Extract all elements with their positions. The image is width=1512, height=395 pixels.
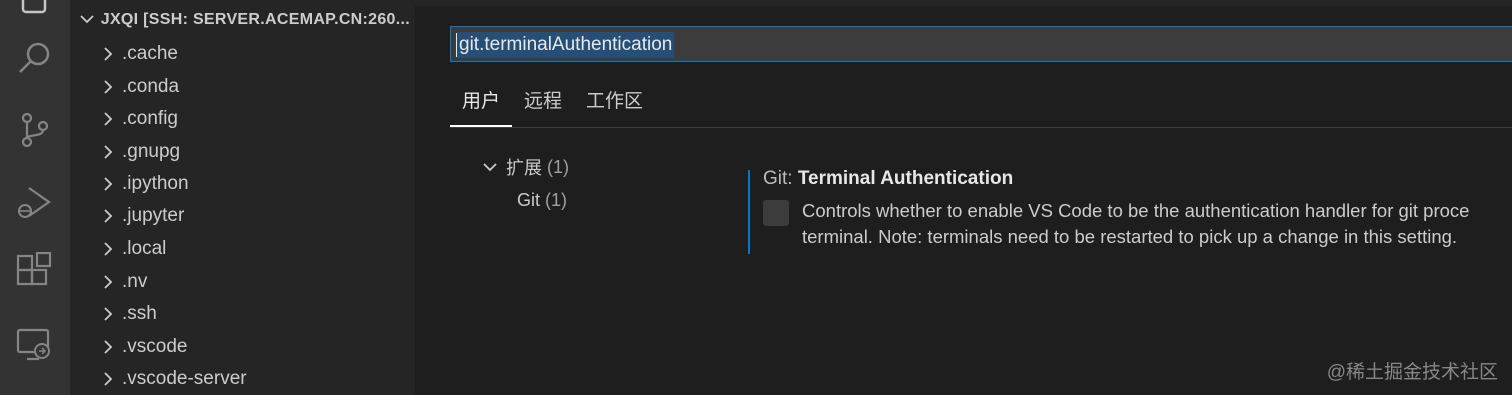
- text-caret: [456, 33, 457, 57]
- tab-workspace[interactable]: 工作区: [586, 84, 643, 126]
- chevron-right-icon: [96, 307, 120, 321]
- remote-explorer-icon[interactable]: [15, 325, 55, 365]
- tree-item-label: .nv: [122, 271, 148, 292]
- description-line-1: Controls whether to enable VS Code to be…: [802, 200, 1470, 221]
- toc-extensions-group[interactable]: 扩展 (1): [479, 154, 569, 180]
- extensions-icon[interactable]: [15, 251, 55, 292]
- workspace-title: JXQI [SSH: SERVER.ACEMAP.CN:260...: [100, 11, 410, 28]
- chevron-right-icon: [96, 340, 120, 354]
- chevron-right-icon: [96, 209, 120, 223]
- chevron-down-icon: [78, 11, 96, 29]
- tree-item-ipython[interactable]: .ipython: [96, 169, 415, 199]
- search-query-text: git.terminalAuthentication: [457, 32, 675, 58]
- toc-item-git[interactable]: Git (1): [517, 187, 567, 213]
- tree-item-label: .gnupg: [122, 141, 181, 162]
- editor-tab-strip: [415, 0, 1512, 6]
- tree-item-label: .ssh: [122, 303, 157, 324]
- chevron-right-icon: [96, 372, 120, 386]
- tree-item-gnupg[interactable]: .gnupg: [96, 137, 415, 167]
- chevron-right-icon: [96, 47, 120, 61]
- chevron-right-icon: [96, 242, 120, 256]
- tabs-divider: [450, 127, 1512, 128]
- chevron-right-icon: [96, 145, 120, 159]
- toc-group-label: 扩展: [506, 158, 542, 178]
- activity-bar: [0, 0, 70, 395]
- chevron-right-icon: [96, 80, 120, 94]
- tree-item-label: .vscode-server: [122, 368, 247, 389]
- focused-setting-indicator: [748, 170, 750, 254]
- tree-item-label: .ipython: [122, 173, 189, 194]
- run-debug-icon[interactable]: [15, 182, 55, 222]
- search-icon[interactable]: [15, 38, 55, 78]
- tree-item-label: .vscode: [122, 336, 188, 357]
- description-line-2: terminal. Note: terminals need to be res…: [802, 226, 1458, 247]
- setting-description: Controls whether to enable VS Code to be…: [802, 198, 1512, 250]
- workspace-header[interactable]: JXQI [SSH: SERVER.ACEMAP.CN:260...: [78, 11, 415, 33]
- tree-item-jupyter[interactable]: .jupyter: [96, 201, 415, 231]
- tree-item-label: .local: [122, 238, 167, 259]
- setting-title: Git: Terminal Authentication: [763, 168, 1013, 190]
- watermark: @稀土掘金技术社区: [1326, 362, 1498, 383]
- tree-item-config[interactable]: .config: [96, 104, 415, 134]
- explorer-icon[interactable]: [15, 0, 55, 18]
- settings-editor: git.terminalAuthentication 用户 远程 工作区 扩展 …: [415, 0, 1512, 395]
- tree-item-ssh[interactable]: .ssh: [96, 299, 415, 329]
- tree-item-nv[interactable]: .nv: [96, 267, 415, 297]
- tree-item-conda[interactable]: .conda: [96, 72, 415, 102]
- tree-item-vscode[interactable]: .vscode: [96, 332, 415, 362]
- tree-item-label: .jupyter: [122, 205, 185, 226]
- tree-item-vscode-server[interactable]: .vscode-server: [96, 364, 415, 394]
- tree-item-label: .config: [122, 108, 178, 129]
- toc-item-count: (1): [545, 190, 568, 210]
- tree-item-local[interactable]: .local: [96, 234, 415, 264]
- source-control-icon[interactable]: [15, 110, 55, 150]
- chevron-right-icon: [96, 275, 120, 289]
- terminal-authentication-checkbox[interactable]: [763, 200, 789, 226]
- settings-search-input[interactable]: git.terminalAuthentication: [450, 26, 1512, 62]
- toc-item-label: Git: [517, 190, 541, 210]
- explorer-sidebar: JXQI [SSH: SERVER.ACEMAP.CN:260... .cach…: [70, 0, 415, 395]
- chevron-right-icon: [96, 112, 120, 126]
- chevron-down-icon: [479, 162, 501, 172]
- tree-item-label: .cache: [122, 43, 178, 64]
- tree-item-cache[interactable]: .cache: [96, 39, 415, 69]
- tree-item-label: .conda: [122, 76, 180, 97]
- setting-category: Git:: [763, 168, 798, 189]
- tab-user[interactable]: 用户: [462, 84, 500, 126]
- chevron-right-icon: [96, 177, 120, 191]
- setting-name: Terminal Authentication: [797, 168, 1014, 189]
- tab-remote[interactable]: 远程: [524, 84, 562, 126]
- toc-group-count: (1): [547, 156, 570, 177]
